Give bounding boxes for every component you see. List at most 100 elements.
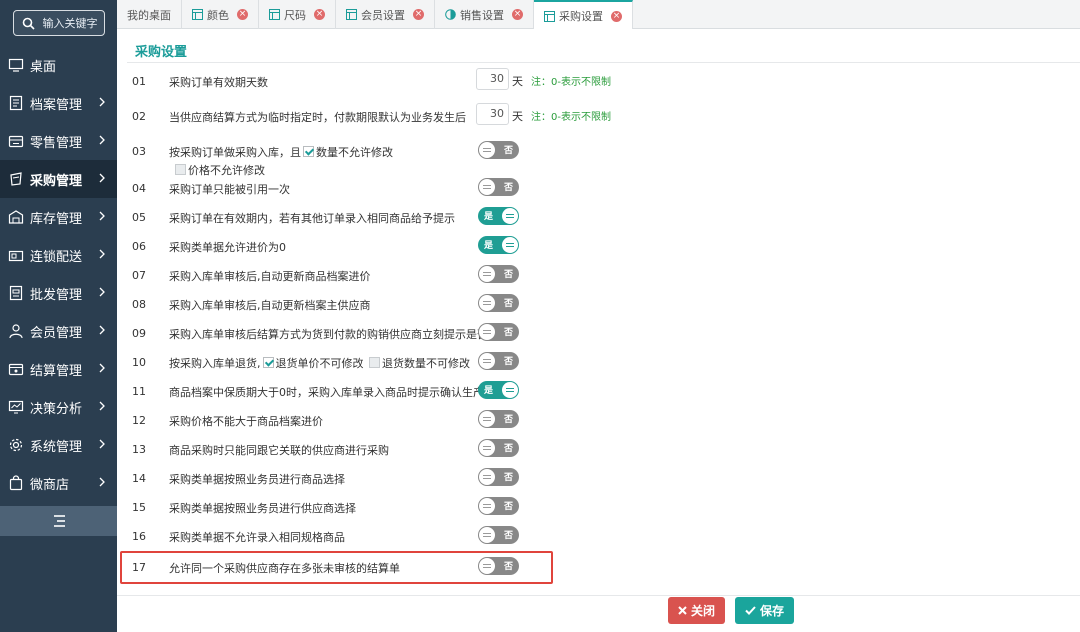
- sidebar-item-chain-delivery[interactable]: 连锁配送: [0, 236, 117, 274]
- sidebar-item-label: 库存管理: [30, 211, 83, 227]
- highlight-box: [120, 551, 553, 584]
- setting-row-04: 04 采购订单只能被引用一次 否: [117, 174, 1080, 203]
- close-icon[interactable]: ×: [512, 9, 523, 20]
- setting-label: 采购入库单审核后,自动更新商品档案进价: [169, 270, 371, 283]
- divider: [117, 595, 1080, 596]
- tab-label: 颜色: [207, 8, 229, 22]
- toggle-state: 否: [503, 183, 513, 193]
- toggle-switch[interactable]: 否: [478, 265, 519, 283]
- tab-color[interactable]: 颜色 ×: [182, 0, 259, 29]
- setting-row-10: 10 按采购入库单退货, 退货单价不可修改 退货数量不可修改 否: [117, 348, 1080, 377]
- toggle-switch[interactable]: 是: [478, 381, 519, 399]
- store-icon: [8, 250, 24, 262]
- toggle-switch[interactable]: 否: [478, 178, 519, 196]
- close-icon[interactable]: ×: [611, 10, 622, 22]
- toggle-switch[interactable]: 是: [478, 236, 519, 254]
- close-icon[interactable]: ×: [314, 9, 325, 20]
- close-button[interactable]: 关闭: [668, 597, 725, 624]
- setting-number: 01: [132, 75, 146, 88]
- chevron-right-icon: [99, 249, 105, 259]
- setting-number: 03: [132, 145, 146, 158]
- tab-my-desktop[interactable]: 我的桌面: [117, 0, 182, 29]
- sidebar-item-wholesale[interactable]: 批发管理: [0, 274, 117, 312]
- toggle-switch[interactable]: 否: [478, 410, 519, 428]
- cash-icon: [8, 363, 24, 376]
- checkbox-return-price-locked[interactable]: [262, 357, 274, 368]
- sidebar-item-settlement[interactable]: 结算管理: [0, 350, 117, 388]
- checkbox-quantity-locked[interactable]: [303, 146, 314, 157]
- setting-number: 10: [132, 356, 146, 369]
- sidebar-item-microstore[interactable]: 微商店: [0, 464, 117, 502]
- toggle-switch[interactable]: 否: [478, 352, 519, 370]
- checkbox-return-qty-locked[interactable]: [369, 357, 380, 368]
- setting-label-text: 按采购入库单退货,: [169, 357, 261, 370]
- bag-icon: [10, 172, 22, 186]
- sidebar-collapse-button[interactable]: [0, 506, 117, 536]
- toggle-switch[interactable]: 否: [478, 141, 519, 159]
- sidebar-item-label: 微商店: [30, 477, 70, 493]
- sidebar-item-archives[interactable]: 档案管理: [0, 84, 117, 122]
- toggle-state: 否: [503, 357, 513, 367]
- toggle-switch[interactable]: 是: [478, 207, 519, 225]
- sidebar-item-desktop[interactable]: 桌面: [0, 46, 117, 84]
- toggle-knob-icon: [479, 527, 495, 543]
- toggle-switch[interactable]: 否: [478, 439, 519, 457]
- tab-label: 会员设置: [361, 8, 405, 22]
- setting-row-07: 07 采购入库单审核后,自动更新商品档案进价 否: [117, 261, 1080, 290]
- save-button[interactable]: 保存: [735, 597, 794, 624]
- toggle-switch[interactable]: 否: [478, 323, 519, 341]
- note-text: 注：0-表示不限制: [531, 77, 611, 88]
- sidebar-item-label: 连锁配送: [30, 249, 83, 265]
- chevron-right-icon: [99, 325, 105, 335]
- search-input[interactable]: 输入关键字: [12, 10, 105, 36]
- chevron-right-icon: [99, 97, 105, 107]
- sidebar-item-label: 批发管理: [30, 287, 83, 303]
- close-icon[interactable]: ×: [237, 9, 248, 20]
- toggle-state: 是: [484, 212, 494, 222]
- toggle-knob-icon: [502, 208, 518, 224]
- close-button-label: 关闭: [690, 604, 715, 618]
- toggle-state: 否: [503, 328, 513, 338]
- tab-sales-settings[interactable]: 销售设置 ×: [435, 0, 534, 29]
- tab-purchase-settings[interactable]: 采购设置 ×: [534, 0, 633, 30]
- settings-panel: 采购设置 01 采购订单有效期天数 30 天 注：0-表示不限制 02 当供应商…: [117, 29, 1080, 632]
- chevron-right-icon: [99, 135, 105, 145]
- gear-icon: [9, 438, 23, 452]
- setting-number: 05: [132, 211, 146, 224]
- sidebar-item-system[interactable]: 系统管理: [0, 426, 117, 464]
- tab-size[interactable]: 尺码 ×: [259, 0, 336, 29]
- sidebar-item-retail[interactable]: 零售管理: [0, 122, 117, 160]
- days-input[interactable]: 30: [476, 103, 509, 125]
- close-icon: [678, 606, 687, 615]
- page-title: 采购设置: [135, 45, 188, 60]
- setting-label: 采购订单只能被引用一次: [169, 183, 290, 196]
- tab-member-settings[interactable]: 会员设置 ×: [336, 0, 435, 29]
- sidebar-item-label: 桌面: [30, 59, 57, 75]
- toggle-switch[interactable]: 否: [478, 294, 519, 312]
- checkbox-label: 退货单价不可修改: [275, 357, 364, 370]
- table-icon: [346, 9, 357, 20]
- checkbox-label: 退货数量不可修改: [382, 357, 470, 370]
- setting-number: 12: [132, 414, 146, 427]
- toggle-switch[interactable]: 否: [478, 497, 519, 515]
- menu-collapse-icon: [53, 515, 65, 527]
- sidebar-item-members[interactable]: 会员管理: [0, 312, 117, 350]
- setting-number: 07: [132, 269, 146, 282]
- sidebar-item-purchase[interactable]: 采购管理: [0, 160, 117, 198]
- setting-number: 06: [132, 240, 146, 253]
- close-icon[interactable]: ×: [413, 9, 424, 20]
- sidebar-item-inventory[interactable]: 库存管理: [0, 198, 117, 236]
- toggle-state: 是: [484, 241, 494, 251]
- sidebar-item-analysis[interactable]: 决策分析: [0, 388, 117, 426]
- tab-bar: 我的桌面 颜色 × 尺码 × 会员设置 × 销售设置 × 采购设置 ×: [117, 0, 1080, 30]
- sidebar-item-label: 决策分析: [30, 401, 83, 417]
- days-input[interactable]: 30: [476, 68, 509, 90]
- setting-label: 按采购入库单退货, 退货单价不可修改 退货数量不可修改: [169, 355, 470, 371]
- toggle-state: 否: [503, 146, 513, 156]
- half-circle-icon: [445, 9, 456, 20]
- toggle-switch[interactable]: 否: [478, 526, 519, 544]
- toggle-state: 否: [503, 415, 513, 425]
- toggle-state: 是: [484, 386, 494, 396]
- toggle-switch[interactable]: 否: [478, 468, 519, 486]
- toggle-knob-icon: [479, 411, 495, 427]
